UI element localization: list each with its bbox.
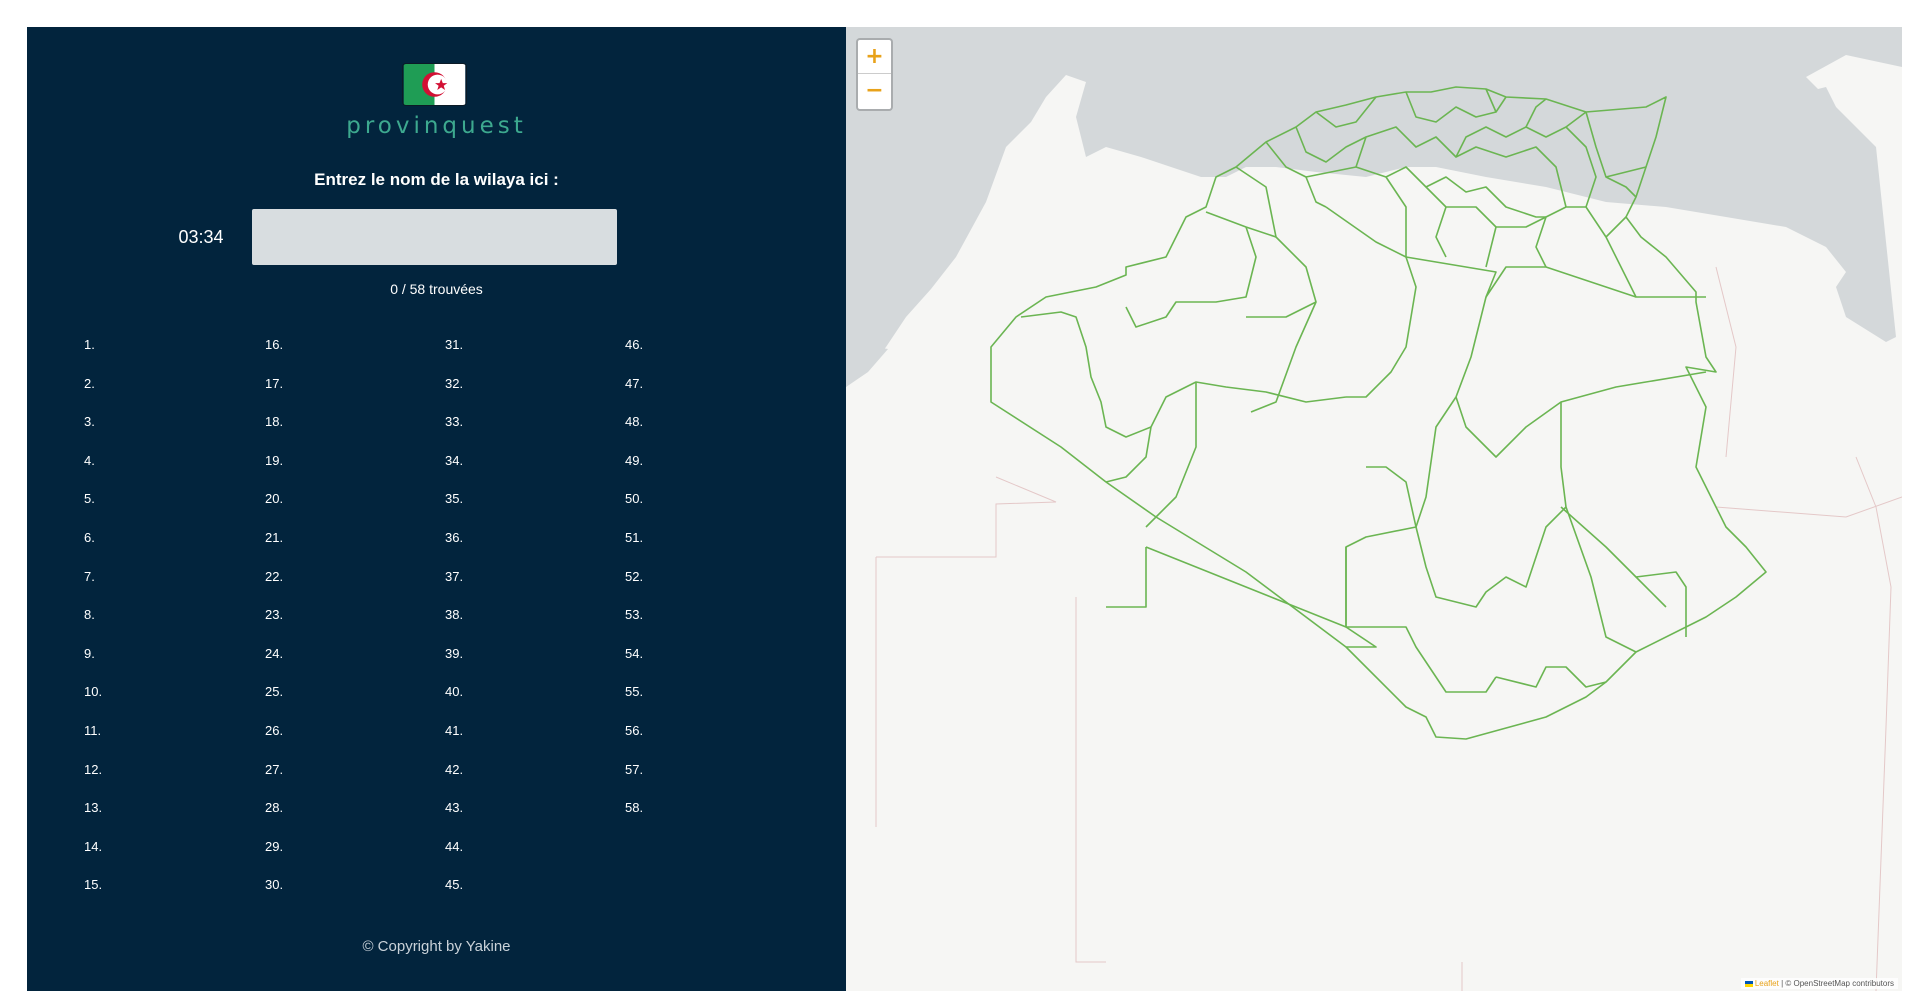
answer-slot: 27.: [265, 761, 284, 777]
answer-slot: 34.: [445, 452, 464, 468]
answer-slot: 43.: [445, 800, 464, 816]
zoom-in-button[interactable]: +: [858, 40, 891, 74]
answer-slot: 48.: [625, 414, 644, 430]
answer-slot: 50.: [625, 491, 644, 507]
map-attribution: Leaflet | © OpenStreetMap contributors: [1740, 978, 1898, 989]
answer-slot: 46.: [625, 337, 644, 352]
answer-slot: 7.: [84, 568, 95, 584]
copyright: © Copyright by Yakine: [362, 938, 511, 955]
zoom-out-button[interactable]: −: [858, 74, 891, 108]
answer-slot: 5.: [84, 491, 95, 507]
answer-slot: 45.: [445, 877, 464, 893]
answer-slot: 23.: [265, 607, 284, 623]
timer: 03:34: [178, 227, 224, 247]
answer-slot: 19.: [265, 452, 284, 468]
answers-column-4: 46. 47. 48. 49. 50. 51. 52. 53. 54. 55. …: [625, 326, 800, 828]
answer-slot: 31.: [445, 337, 464, 352]
answer-slot: 29.: [265, 838, 284, 854]
quiz-panel: provinquest Entrez le nom de la wilaya i…: [27, 27, 846, 991]
answer-slot: 33.: [445, 414, 464, 430]
ukraine-flag-icon: [1744, 980, 1753, 987]
answer-slot: 12.: [84, 761, 103, 777]
answer-slot: 53.: [625, 607, 644, 623]
atlantic-coast: [846, 342, 888, 387]
found-counter: 0 / 58 trouvées: [390, 281, 483, 297]
answer-slot: 24.: [265, 645, 284, 661]
osm-attribution: | © OpenStreetMap contributors: [1778, 979, 1894, 988]
answer-slot: 26.: [265, 722, 284, 738]
app-root: provinquest Entrez le nom de la wilaya i…: [27, 27, 1902, 991]
answers-column-2: 16. 17. 18. 19. 20. 21. 22. 23. 24. 25. …: [265, 326, 440, 905]
answer-slot: 55.: [625, 684, 644, 700]
answer-slot: 22.: [265, 568, 284, 584]
answer-slot: 44.: [445, 838, 464, 854]
answer-slot: 6.: [84, 529, 95, 545]
map[interactable]: + − Leaflet | © OpenStreetMap contributo…: [846, 27, 1902, 991]
answer-slot: 18.: [265, 414, 284, 430]
answer-slot: 20.: [265, 491, 284, 507]
answer-slot: 15.: [84, 877, 103, 893]
answer-slot: 17.: [265, 375, 284, 391]
answer-slot: 47.: [625, 375, 644, 391]
answer-slot: 9.: [84, 645, 95, 661]
answer-slot: 14.: [84, 838, 103, 854]
answers-column-1: 1. 2. 3. 4. 5. 6. 7. 8. 9. 10. 11. 12. 1…: [84, 326, 259, 905]
answer-slot: 3.: [84, 414, 95, 430]
answers-column-3: 31. 32. 33. 34. 35. 36. 37. 38. 39. 40. …: [445, 326, 620, 905]
answer-slot: 10.: [84, 684, 103, 700]
answer-slot: 28.: [265, 800, 284, 816]
answer-slot: 57.: [625, 761, 644, 777]
answer-slot: 49.: [625, 452, 644, 468]
algeria-flag-icon: [402, 63, 467, 106]
answer-slot: 4.: [84, 452, 95, 468]
zoom-control: + −: [856, 38, 893, 111]
answer-slot: 54.: [625, 645, 644, 661]
answer-slot: 58.: [625, 800, 644, 816]
answer-slot: 41.: [445, 722, 464, 738]
answer-slot: 32.: [445, 375, 464, 391]
answer-slot: 2.: [84, 375, 95, 391]
answer-slot: 37.: [445, 568, 464, 584]
answer-slot: 35.: [445, 491, 464, 507]
answer-slot: 25.: [265, 684, 284, 700]
leaflet-link[interactable]: Leaflet: [1755, 979, 1779, 988]
answer-slot: 39.: [445, 645, 464, 661]
answer-slot: 42.: [445, 761, 464, 777]
map-canvas[interactable]: [846, 27, 1902, 991]
answer-slot: 13.: [84, 800, 103, 816]
answers-grid: 1. 2. 3. 4. 5. 6. 7. 8. 9. 10. 11. 12. 1…: [84, 326, 804, 926]
neighbor-borders: [875, 266, 1902, 991]
wilaya-name-input[interactable]: [252, 209, 617, 265]
answer-slot: 16.: [265, 337, 284, 352]
answer-slot: 52.: [625, 568, 644, 584]
answer-slot: 40.: [445, 684, 464, 700]
answer-slot: 8.: [84, 607, 95, 623]
answer-slot: 38.: [445, 607, 464, 623]
brand-name: provinquest: [346, 113, 527, 139]
answer-slot: 30.: [265, 877, 284, 893]
answer-slot: 21.: [265, 529, 284, 545]
answer-slot: 56.: [625, 722, 644, 738]
mediterranean-sea: [846, 27, 1902, 387]
prompt-label: Entrez le nom de la wilaya ici :: [314, 170, 559, 189]
answer-slot: 36.: [445, 529, 464, 545]
answer-slot: 51.: [625, 529, 644, 545]
answer-slot: 11.: [84, 722, 102, 738]
answer-slot: 1.: [84, 337, 95, 352]
